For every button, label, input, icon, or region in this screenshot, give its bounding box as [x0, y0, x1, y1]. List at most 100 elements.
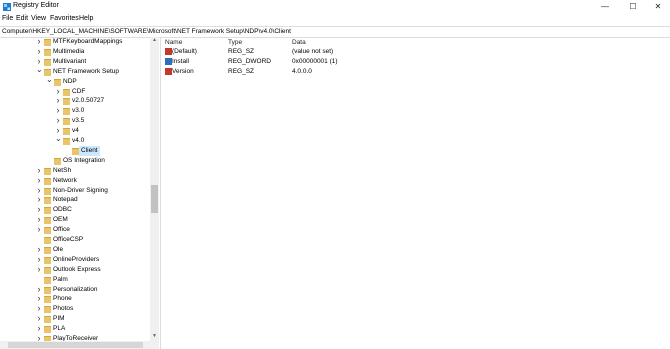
- value-data: (value not set): [292, 48, 334, 55]
- folder-icon: [44, 316, 51, 324]
- tree-item-label: ODBC: [53, 206, 72, 214]
- folder-icon: [54, 78, 61, 86]
- tree-item-label: OEM: [53, 216, 68, 224]
- folder-icon: [44, 39, 51, 46]
- tree-item-label: MTFKeyboardMappings: [53, 38, 123, 45]
- chevron-right-icon[interactable]: ›: [36, 46, 42, 56]
- folder-icon: [63, 98, 70, 106]
- folder-icon: [54, 157, 61, 165]
- registry-editor-icon: [3, 3, 11, 11]
- chevron-right-icon[interactable]: ›: [55, 96, 61, 105]
- menu-help[interactable]: Help: [79, 15, 93, 22]
- tree-item-label: PLA: [53, 325, 66, 333]
- tree-vertical-scrollbar[interactable]: ▲ ▼: [150, 37, 159, 349]
- value-type: REG_SZ: [228, 48, 255, 55]
- folder-icon: [44, 167, 51, 175]
- string-value-icon: [165, 48, 172, 55]
- chevron-right-icon[interactable]: ›: [36, 284, 42, 294]
- close-button[interactable]: ✕: [645, 0, 670, 14]
- folder-icon: [44, 197, 51, 205]
- scroll-up-icon[interactable]: ▲: [150, 37, 159, 43]
- tree-item-label: Client: [79, 145, 100, 156]
- tree-item-label: Personalization: [53, 285, 98, 293]
- folder-icon: [44, 207, 51, 215]
- tree-item-label: Office: [53, 226, 70, 234]
- chevron-right-icon[interactable]: ›: [36, 37, 42, 46]
- chevron-right-icon[interactable]: ›: [36, 225, 42, 234]
- chevron-right-icon[interactable]: ›: [55, 86, 61, 96]
- folder-icon: [44, 276, 51, 284]
- chevron-right-icon[interactable]: ›: [36, 264, 42, 274]
- folder-icon: [44, 187, 51, 195]
- chevron-right-icon[interactable]: ›: [36, 175, 42, 185]
- folder-icon: [44, 296, 51, 304]
- folder-icon: [63, 118, 70, 126]
- tree-item-label: Notepad: [53, 196, 78, 204]
- tree-item-label: Non-Driver Signing: [53, 186, 108, 194]
- chevron-down-icon[interactable]: ⌄: [46, 75, 53, 83]
- key-tree[interactable]: › MTFKeyboardMappings › Multimedia › Multivar…: [0, 37, 150, 349]
- chevron-right-icon[interactable]: ›: [36, 324, 42, 333]
- chevron-right-icon[interactable]: ›: [55, 116, 61, 125]
- folder-icon: [63, 108, 70, 116]
- chevron-right-icon[interactable]: ›: [36, 244, 42, 254]
- chevron-right-icon[interactable]: ›: [36, 205, 42, 214]
- value-row[interactable]: Version REG_SZ 4.0.0.0: [162, 67, 662, 77]
- value-name: Install: [172, 58, 189, 65]
- scroll-down-icon[interactable]: ▼: [150, 333, 159, 339]
- chevron-right-icon[interactable]: ›: [36, 215, 42, 224]
- chevron-right-icon[interactable]: ›: [36, 304, 42, 313]
- folder-icon: [63, 88, 70, 96]
- tree-item-label: v3.5: [72, 117, 85, 125]
- chevron-down-icon[interactable]: ⌄: [36, 65, 43, 73]
- value-type: REG_SZ: [228, 68, 255, 75]
- menu-edit[interactable]: Edit: [16, 15, 28, 22]
- minimize-button[interactable]: —: [592, 0, 618, 14]
- value-row[interactable]: (Default) REG_SZ (value not set): [162, 47, 662, 57]
- folder-icon: [44, 256, 51, 264]
- folder-icon: [44, 217, 51, 225]
- tree-item-label: v3.0: [72, 107, 85, 115]
- tree-item-label: Multimedia: [53, 47, 85, 55]
- tree-item-label: v4: [72, 127, 79, 135]
- tree-scroll-thumb[interactable]: [151, 185, 158, 213]
- menu-view[interactable]: View: [31, 15, 46, 22]
- folder-icon: [44, 306, 51, 314]
- dword-value-icon: [165, 58, 172, 65]
- chevron-right-icon[interactable]: ›: [36, 165, 42, 175]
- chevron-right-icon[interactable]: ›: [36, 294, 42, 303]
- pane-splitter[interactable]: [160, 37, 161, 349]
- chevron-right-icon[interactable]: ›: [36, 314, 42, 323]
- tree-item-label: Multivariant: [53, 57, 87, 65]
- folder-icon: [44, 177, 51, 185]
- menu-favorites[interactable]: Favorites: [50, 15, 79, 22]
- address-path[interactable]: Computer\HKEY_LOCAL_MACHINE\SOFTWARE\Mic…: [2, 28, 291, 35]
- value-row[interactable]: Install REG_DWORD 0x00000001 (1): [162, 57, 662, 67]
- tree-item-label: Ole: [53, 245, 64, 253]
- tree-item-label: NET Framework Setup: [53, 67, 119, 75]
- maximize-button[interactable]: ☐: [620, 0, 646, 14]
- menu-file[interactable]: File: [2, 15, 13, 22]
- folder-icon: [44, 326, 51, 334]
- folder-icon: [44, 48, 51, 56]
- tree-item-label: Phone: [53, 295, 72, 303]
- tree-item-label: Photos: [53, 305, 74, 313]
- tree-item-label: OnlineProviders: [53, 255, 100, 263]
- value-data: 0x00000001 (1): [292, 58, 338, 65]
- chevron-down-icon[interactable]: ⌄: [55, 135, 62, 143]
- column-type[interactable]: Type: [228, 39, 242, 46]
- column-data[interactable]: Data: [292, 39, 306, 46]
- menu-bar: File Edit View Favorites Help: [0, 14, 670, 25]
- chevron-right-icon[interactable]: ›: [36, 195, 42, 204]
- tree-horizontal-scrollbar[interactable]: [0, 341, 150, 349]
- folder-icon: [63, 128, 70, 136]
- tree-item-label: NDP: [63, 77, 77, 85]
- folder-icon: [44, 266, 51, 274]
- chevron-right-icon[interactable]: ›: [36, 254, 42, 264]
- tree-hscroll-thumb[interactable]: [8, 342, 143, 348]
- chevron-right-icon[interactable]: ›: [36, 185, 42, 195]
- column-name[interactable]: Name: [165, 39, 182, 46]
- title-bar: Registry Editor — ☐ ✕: [0, 0, 670, 14]
- chevron-right-icon[interactable]: ›: [55, 106, 61, 115]
- tree-item-label: PIM: [53, 315, 65, 323]
